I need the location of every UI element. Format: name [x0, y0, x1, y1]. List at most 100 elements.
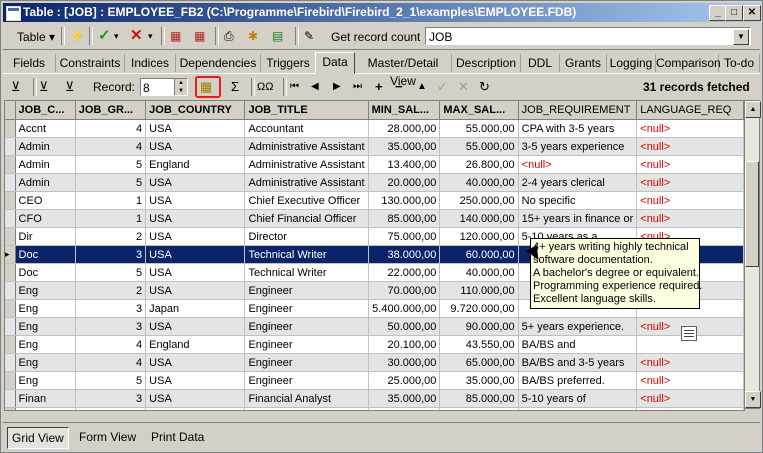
table-cell[interactable]: <null> [636, 371, 744, 390]
table-cell[interactable]: 80.000,00 [439, 407, 519, 410]
table-cell[interactable]: Accountant [244, 119, 369, 138]
rollback-dropdown-icon[interactable]: ▾ [145, 26, 156, 46]
row-indicator[interactable]: ▸ [5, 245, 16, 264]
tab-description[interactable]: Description [452, 54, 521, 72]
table-cell[interactable]: 65.000,00 [439, 353, 519, 372]
table-cell[interactable]: Eng [15, 335, 76, 354]
table-cell[interactable]: USA [145, 407, 246, 410]
next-record-icon[interactable]: ▶ [333, 78, 341, 96]
table-cell[interactable]: 110.000,00 [439, 281, 519, 300]
table-cell[interactable]: Engineer [244, 299, 369, 318]
table-menu-button[interactable]: Table ▾ [13, 26, 59, 48]
row-indicator[interactable] [5, 119, 16, 138]
table-row[interactable]: CFO 1 USA Chief Financial Officer 85.000,00 1… [5, 209, 744, 228]
table-cell[interactable]: USA [145, 371, 246, 390]
table-cell[interactable]: USA [145, 245, 246, 264]
table-cell[interactable]: 22.000,00 [368, 263, 441, 282]
table-cell[interactable]: BA/BS and [518, 335, 638, 354]
record-number-input[interactable]: 8 ▲ ▼ [140, 78, 188, 96]
table-cell[interactable]: <null> [518, 155, 638, 174]
table-cell[interactable]: 70.000,00 [368, 281, 441, 300]
table-cell[interactable]: <null> [636, 155, 744, 174]
tab-indices[interactable]: Indices [125, 54, 176, 72]
table-cell[interactable]: Engineer [244, 371, 369, 390]
table-cell[interactable]: 43.550,00 [439, 335, 519, 354]
edit-record-icon[interactable]: ▲ [417, 78, 427, 96]
table-row[interactable]: Accnt 4 USA Accountant 28.000,00 55.000,00 CPA… [5, 119, 744, 138]
table-row[interactable]: Eng 4 England Engineer 20.100,00 43.550,00 BA/… [5, 335, 744, 354]
table-cell[interactable]: USA [145, 263, 246, 282]
tab-to-do[interactable]: To-do [719, 54, 760, 72]
table-cell[interactable]: <null> [636, 137, 744, 156]
close-button[interactable]: ✕ [743, 5, 761, 21]
table-cell[interactable]: MBA required. [518, 407, 638, 410]
row-indicator[interactable] [5, 173, 16, 192]
table-cell[interactable]: CFO [15, 209, 76, 228]
row-indicator[interactable] [5, 155, 16, 174]
row-indicator[interactable] [5, 263, 16, 282]
table-cell[interactable]: 20.100,00 [368, 335, 441, 354]
table-cell[interactable]: 4 [75, 335, 147, 354]
table-cell[interactable]: Administrative Assistant [244, 155, 369, 174]
table-cell[interactable]: No specific [518, 191, 638, 210]
table-row[interactable]: Admin 5 USA Administrative Assistant 20.000,… [5, 173, 744, 192]
table-cell[interactable]: USA [145, 137, 246, 156]
table-cell[interactable]: Administrative Assistant [244, 137, 369, 156]
table-cell[interactable]: Eng [15, 281, 76, 300]
table-cell[interactable]: 26.800,00 [439, 155, 519, 174]
table-cell[interactable]: 250.000,00 [439, 191, 519, 210]
table-cell[interactable]: 130.000,00 [368, 191, 441, 210]
column-header[interactable]: MIN_SAL... [368, 101, 441, 120]
table-cell[interactable]: Financial Analyst [244, 389, 369, 408]
table-row[interactable]: Eng 5 USA Engineer 25.000,00 35.000,00 BA/BS p… [5, 371, 744, 390]
table-cell[interactable]: <null> [636, 389, 744, 408]
table-cell[interactable]: Eng [15, 299, 76, 318]
table-cell[interactable]: 4 [75, 353, 147, 372]
column-header[interactable]: JOB_TITLE [244, 101, 369, 120]
table-cell[interactable]: 3 [75, 299, 147, 318]
row-indicator[interactable] [5, 371, 16, 390]
table-cell[interactable]: USA [145, 227, 246, 246]
tab-fields[interactable]: Fields [3, 54, 56, 72]
table-row[interactable]: Eng 3 USA Engineer 50.000,00 90.000,00 5+ year… [5, 317, 744, 336]
table-cell[interactable]: 35.000,00 [439, 371, 519, 390]
row-indicator[interactable] [5, 227, 16, 246]
table-cell[interactable]: 38.000,00 [368, 245, 441, 264]
table-cell[interactable]: <null> [636, 209, 744, 228]
table-cell[interactable]: 35.000,00 [368, 137, 441, 156]
table-cell[interactable]: Chief Financial Officer [244, 209, 369, 228]
tab-constraints[interactable]: Constraints [56, 54, 125, 72]
table-cell[interactable]: 4 [75, 119, 147, 138]
column-header[interactable]: JOB_C... [15, 101, 76, 120]
table-row[interactable]: Mktg3USAMarketing Analyst40.000,0080.000… [5, 407, 744, 410]
scroll-thumb[interactable] [745, 161, 759, 267]
table-cell[interactable]: 1 [75, 191, 147, 210]
table-cell[interactable]: Admin [15, 137, 76, 156]
row-indicator[interactable] [5, 209, 16, 228]
memo-editor-icon[interactable] [681, 326, 697, 341]
tab-logging[interactable]: Logging [607, 54, 656, 72]
table-cell[interactable]: 60.000,00 [439, 245, 519, 264]
table-row[interactable]: Eng 4 USA Engineer 30.000,00 65.000,00 BA/BS a… [5, 353, 744, 372]
tab-grid-view[interactable]: Grid View [7, 427, 69, 449]
row-indicator[interactable] [5, 281, 16, 300]
table-cell[interactable]: 5.400.000,00 [368, 299, 441, 318]
table-cell[interactable]: USA [145, 281, 246, 300]
row-indicator[interactable] [5, 353, 16, 372]
post-edit-icon[interactable]: ✓ [437, 78, 448, 96]
row-indicator[interactable] [5, 317, 16, 336]
filter-edit-icon[interactable]: ⊻ [65, 78, 75, 96]
table-cell[interactable]: 90.000,00 [439, 317, 519, 336]
row-indicator[interactable] [5, 299, 16, 318]
sum-icon[interactable]: Σ [231, 78, 239, 96]
table-cell[interactable]: 5+ years experience. [518, 317, 638, 336]
table-cell[interactable]: 55.000,00 [439, 119, 519, 138]
table-cell[interactable]: BA/BS and 3-5 years [518, 353, 638, 372]
tab-ddl[interactable]: DDL [521, 54, 560, 72]
print-icon[interactable]: ⎙ [221, 26, 237, 46]
scroll-up-icon[interactable]: ▲ [745, 101, 761, 118]
table-cell[interactable]: 28.000,00 [368, 119, 441, 138]
table-row[interactable]: Finan 3 USA Financial Analyst 35.000,00 85.00… [5, 389, 744, 408]
table-cell[interactable]: Admin [15, 173, 76, 192]
table-cell[interactable]: CEO [15, 191, 76, 210]
